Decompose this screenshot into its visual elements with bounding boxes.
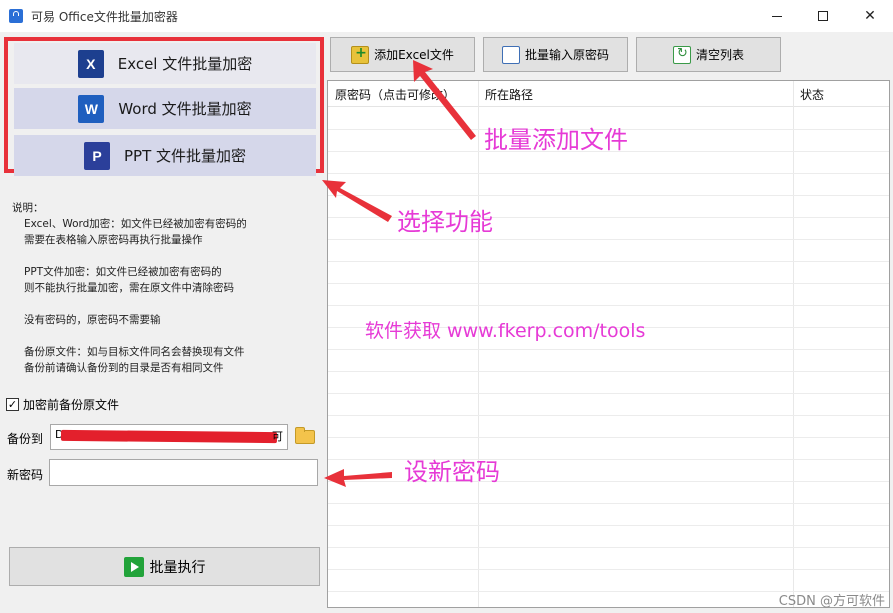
minimize-icon	[772, 15, 782, 17]
excel-icon: X	[77, 49, 104, 78]
redaction-mark	[60, 429, 278, 444]
maximize-icon	[818, 11, 828, 21]
column-header-password[interactable]: 原密码（点击可修改）	[335, 86, 455, 103]
browse-folder-button[interactable]	[292, 424, 318, 450]
note-line: Excel、Word加密：如文件已经被加密有密码的	[24, 218, 247, 230]
excel-encrypt-label: Excel 文件批量加密	[117, 55, 253, 73]
grid-row-line	[328, 371, 889, 372]
file-grid[interactable]: 原密码（点击可修改） 所在路径 状态	[327, 80, 890, 608]
watermark: CSDN @方可软件	[778, 594, 885, 609]
backup-path-field[interactable]: D 可	[50, 424, 288, 450]
add-excel-label: 添加Excel文件	[374, 48, 454, 62]
grid-row-line	[328, 525, 889, 526]
note-line: 需要在表格输入原密码再执行批量操作	[24, 234, 203, 246]
grid-row-line	[328, 503, 889, 504]
grid-header: 原密码（点击可修改） 所在路径 状态	[328, 81, 889, 107]
grid-row-line	[328, 195, 889, 196]
function-panel: X Excel 文件批量加密 W Word 文件批量加密 P PPT 文件批量加…	[4, 37, 324, 176]
grid-row-line	[328, 437, 889, 438]
grid-row-line	[328, 415, 889, 416]
annotation-select-function: 选择功能	[397, 208, 493, 236]
clear-list-label: 清空列表	[695, 48, 744, 62]
word-icon: W	[78, 94, 105, 123]
column-header-path[interactable]: 所在路径	[485, 86, 533, 103]
folder-icon	[295, 427, 315, 444]
execute-button[interactable]: 批量执行	[9, 547, 320, 586]
backup-checkbox-label: 加密前备份原文件	[23, 398, 120, 412]
close-button[interactable]: ✕	[847, 0, 893, 32]
add-excel-button[interactable]: 添加Excel文件	[330, 37, 475, 72]
grid-row-line	[328, 173, 889, 174]
note-line: 备份前请确认备份到的目录是否有相同文件	[24, 362, 224, 374]
ppt-encrypt-label: PPT 文件批量加密	[123, 147, 247, 165]
backup-path-label: 备份到	[7, 432, 44, 446]
close-icon: ✕	[864, 8, 876, 24]
annotation-set-password: 设新密码	[404, 458, 500, 486]
minimize-button[interactable]	[754, 0, 800, 32]
grid-divider	[478, 81, 479, 607]
ppt-encrypt-button[interactable]: P PPT 文件批量加密	[14, 135, 316, 176]
column-header-status[interactable]: 状态	[800, 86, 824, 103]
backup-checkbox[interactable]: ✓ 加密前备份原文件	[6, 396, 119, 413]
maximize-button[interactable]	[800, 0, 846, 32]
grid-row-line	[328, 261, 889, 262]
lock-app-icon	[9, 9, 23, 23]
refresh-icon	[672, 45, 691, 64]
grid-row-line	[328, 569, 889, 570]
play-icon	[123, 556, 144, 577]
clear-list-button[interactable]: 清空列表	[636, 37, 781, 72]
grid-row-line	[328, 305, 889, 306]
grid-row-line	[328, 547, 889, 548]
note-line: 备份原文件：如与目标文件同名会替换现有文件	[24, 346, 245, 358]
annotation-link: 软件获取 www.fkerp.com/tools	[365, 320, 646, 342]
execute-label: 批量执行	[149, 559, 206, 576]
note-line: 没有密码的，原密码不需要输	[24, 314, 161, 326]
grid-row-line	[328, 349, 889, 350]
backup-path-suffix: 可	[272, 430, 283, 443]
batch-input-label: 批量输入原密码	[524, 48, 609, 62]
window-title: 可易 Office文件批量加密器	[31, 9, 178, 24]
grid-divider	[793, 81, 794, 607]
grid-row-line	[328, 393, 889, 394]
word-encrypt-button[interactable]: W Word 文件批量加密	[14, 88, 316, 129]
word-encrypt-label: Word 文件批量加密	[118, 100, 252, 118]
note-line: PPT文件加密：如文件已经被加密有密码的	[24, 266, 222, 278]
new-password-field[interactable]	[49, 459, 318, 486]
excel-encrypt-button[interactable]: X Excel 文件批量加密	[14, 43, 316, 84]
checkmark-icon: ✓	[6, 398, 19, 411]
note-line: 则不能执行批量加密，需在原文件中清除密码	[24, 282, 234, 294]
grid-row-line	[328, 239, 889, 240]
grid-row-line	[328, 283, 889, 284]
add-folder-icon	[351, 45, 370, 64]
batch-input-password-button[interactable]: 批量输入原密码	[483, 37, 628, 72]
title-bar: 可易 Office文件批量加密器 ✕	[0, 0, 893, 32]
instructions: 说明： Excel、Word加密：如文件已经被加密有密码的 需要在表格输入原密码…	[12, 200, 247, 376]
annotation-add-files: 批量添加文件	[484, 126, 628, 154]
instructions-heading: 说明：	[12, 202, 44, 214]
ppt-icon: P	[83, 141, 110, 170]
new-password-label: 新密码	[7, 468, 44, 482]
document-icon	[501, 45, 520, 64]
